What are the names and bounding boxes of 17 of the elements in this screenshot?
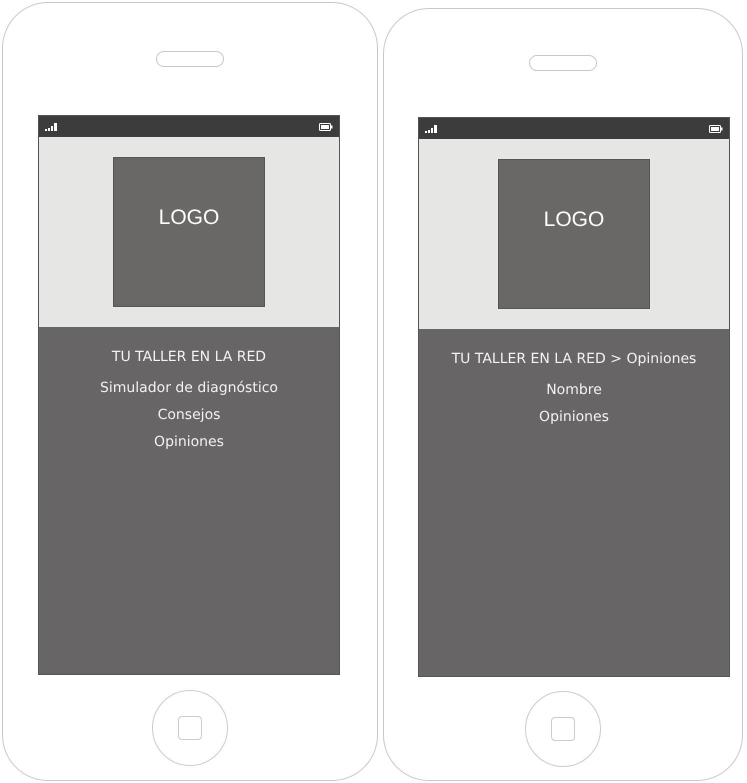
- menu-link[interactable]: Nombre: [546, 381, 602, 400]
- page-title: TU TALLER EN LA RED > Opiniones: [452, 351, 696, 367]
- home-button[interactable]: [525, 690, 601, 766]
- speaker-slot: [529, 55, 597, 71]
- signal-icon: [45, 122, 58, 130]
- signal-icon: [425, 124, 438, 132]
- battery-icon: [709, 124, 723, 132]
- logo-text: LOGO: [544, 208, 604, 232]
- menu-link[interactable]: Consejos: [158, 406, 220, 425]
- menu-link[interactable]: Opiniones: [539, 408, 609, 427]
- speaker-slot: [156, 51, 224, 67]
- page-title: TU TALLER EN LA RED: [112, 349, 266, 365]
- battery-icon: [319, 122, 333, 130]
- logo-text: LOGO: [158, 206, 220, 230]
- menu-link[interactable]: Opiniones: [154, 433, 224, 452]
- menu-link[interactable]: Simulador de diagnóstico: [100, 379, 278, 398]
- home-button[interactable]: [152, 690, 228, 766]
